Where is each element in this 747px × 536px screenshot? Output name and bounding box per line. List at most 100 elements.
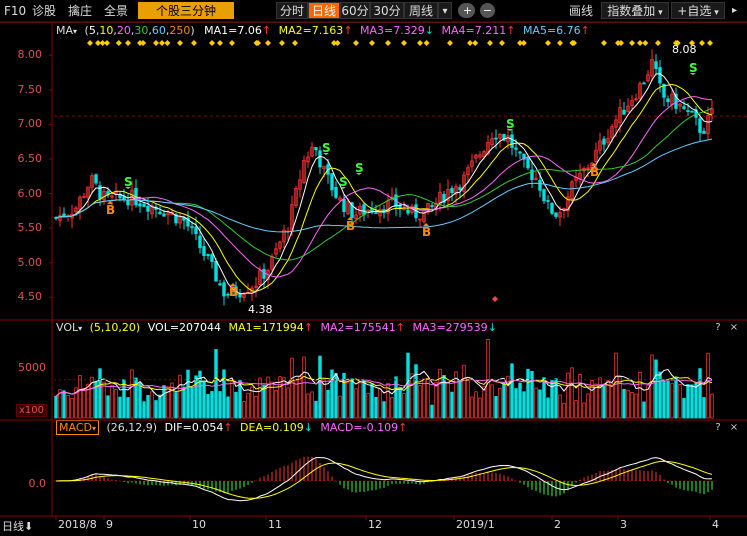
volume-bar [178,374,182,419]
volume-bar [346,382,350,419]
volume-bar [378,388,382,419]
buy-signal-label: B [590,165,599,179]
volume-bar [246,392,250,419]
signal-diamond [177,40,183,46]
volume-bar [658,371,662,419]
candle-body [318,150,322,168]
volume-bar [362,379,366,419]
volume-bar [446,381,450,419]
volume-bar [230,381,234,419]
kline-chart[interactable]: SBBSSSB BSBS [0,0,747,536]
volume-bar [626,389,630,419]
volume-bar [278,376,282,419]
volume-bar [494,396,498,419]
volume-bar [390,396,394,419]
volume-bar [170,382,174,419]
signal-diamond [265,40,271,46]
signal-diamond [153,40,159,46]
candle-body [554,212,558,217]
candle-body [642,82,646,85]
volume-bar [474,391,478,419]
signal-diamond [164,40,171,46]
volume-bar [82,388,86,419]
volume-bar [382,401,386,419]
volume-bar [686,384,690,419]
volume-bar [174,392,178,419]
volume-bar [690,384,694,419]
candle-body [430,205,434,207]
volume-bar [350,378,354,419]
signal-diamond [699,40,705,46]
candle-body [94,174,98,184]
volume-bar [98,368,102,419]
signal-diamond [229,40,235,46]
volume-bar [706,352,710,419]
ma-line-20 [55,96,713,278]
candle-body [374,212,378,214]
buy-signal-label: B [106,203,115,217]
volume-bar [142,401,146,419]
volume-bar [354,388,358,419]
volume-bar [682,398,686,419]
volume-bar [78,375,82,419]
volume-bar [286,387,290,419]
volume-bar [650,354,654,419]
candle-body [450,188,454,194]
signal-diamond [629,40,635,46]
signal-diamond [369,40,375,46]
volume-bar [370,383,374,419]
volume-bar [122,379,126,419]
volume-bar [630,391,634,419]
candle-body [510,134,514,148]
candle-body [190,226,194,228]
volume-bar [482,386,486,419]
volume-bar [206,394,210,419]
candle-body [518,151,522,154]
candle-body [622,109,626,115]
volume-bar [102,381,106,419]
volume-bar [422,378,426,419]
candle-body [406,209,410,214]
candle-body [550,202,554,214]
signal-diamond [191,40,197,46]
volume-bar [190,387,194,419]
candle-body [698,118,702,133]
volume-bar [202,380,206,419]
volume-bar [374,396,378,419]
candle-body [514,147,518,150]
candle-body [526,156,530,169]
volume-bar [410,373,414,419]
candle-body [546,200,550,202]
signal-diamond [401,40,407,46]
volume-bar [222,369,226,419]
volume-bar [694,383,698,419]
candle-body [666,98,670,103]
signal-diamond [517,40,523,46]
volume-bar [594,383,598,419]
volume-bar [458,380,462,419]
volume-bar [274,389,278,419]
volume-bar [306,393,310,419]
candle-body [602,138,606,145]
volume-bar [262,384,266,419]
signal-diamond [487,40,493,46]
candle-body [138,203,142,207]
volume-bar [674,377,678,419]
volume-bar [62,390,66,419]
volume-bar [110,384,114,419]
volume-bar [302,356,306,419]
volume-bar [314,400,318,419]
candle-body [342,198,346,212]
volume-bar [562,402,566,419]
signal-diamond [637,40,643,46]
candle-body [162,213,166,217]
volume-bar [158,394,162,419]
signal-diamond [707,40,713,46]
volume-bar [510,363,514,419]
volume-bar [106,395,110,419]
volume-bar [598,377,602,419]
signal-diamond [125,40,131,46]
volume-bar [322,378,326,419]
volume-bar [266,376,270,419]
volume-bar [502,382,506,419]
